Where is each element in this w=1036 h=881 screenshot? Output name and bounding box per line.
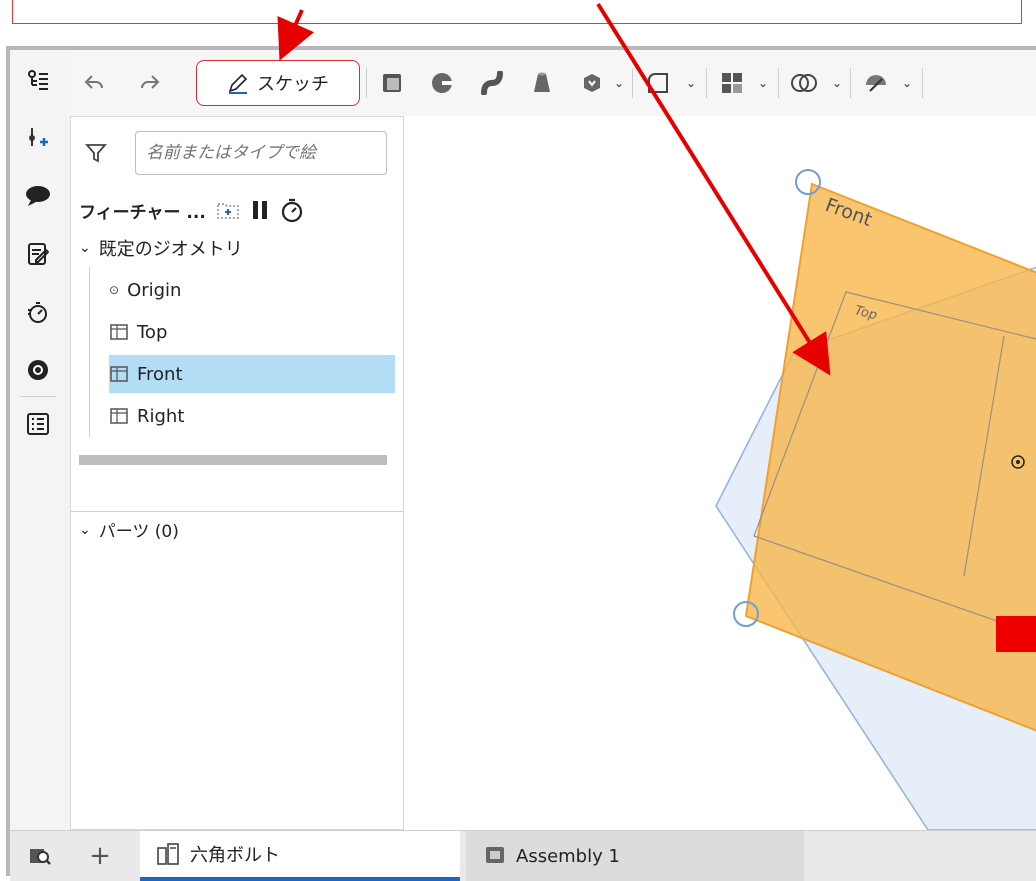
feature-panel: フィーチャー ... ⌄ 既定のジオメトリ ⊙ Origin Top Front… bbox=[70, 116, 404, 830]
annotation-marker bbox=[996, 616, 1036, 652]
tree-item-front[interactable]: Front bbox=[109, 355, 395, 393]
tab-label: 六角ボルト bbox=[190, 845, 280, 866]
feature-list-title: フィーチャー ... bbox=[79, 202, 206, 223]
chevron-down-icon[interactable]: ⌄ bbox=[826, 66, 846, 100]
annotation-callout-box bbox=[12, 0, 1022, 24]
fillet-icon[interactable] bbox=[640, 66, 676, 100]
feature-search-input[interactable] bbox=[135, 131, 387, 175]
appearance-icon[interactable] bbox=[20, 352, 56, 388]
timer-icon[interactable] bbox=[20, 294, 56, 330]
extrude-icon[interactable] bbox=[374, 66, 410, 100]
front-plane[interactable] bbox=[744, 182, 1036, 732]
chevron-down-icon[interactable]: ⌄ bbox=[896, 66, 916, 100]
plane-icon bbox=[110, 408, 128, 424]
add-folder-icon[interactable] bbox=[216, 200, 240, 220]
feature-list-header: フィーチャー ... bbox=[79, 195, 399, 225]
search-tabs-icon[interactable] bbox=[20, 831, 60, 881]
default-geometry-group[interactable]: ⌄ 既定のジオメトリ bbox=[79, 229, 395, 267]
rollback-bar[interactable] bbox=[79, 455, 387, 465]
sketch-button-label: スケッチ bbox=[257, 74, 329, 95]
pause-icon[interactable] bbox=[250, 199, 270, 221]
onshape-part-studio: スケッチ ⌄ ⌄ ⌄ ⌄ ⌄ 名前またはタイプで絵 フィーチャー ... ⌄ 既… bbox=[6, 46, 1036, 881]
sweep-icon[interactable] bbox=[474, 66, 510, 100]
plane-corner-handle[interactable] bbox=[795, 169, 821, 195]
document-tab-bar: + 六角ボルト Assembly 1 bbox=[10, 830, 1036, 881]
chevron-down-icon[interactable]: ⌄ bbox=[680, 66, 700, 100]
stopwatch-icon[interactable] bbox=[280, 197, 304, 223]
toolbar: スケッチ ⌄ ⌄ ⌄ ⌄ ⌄ bbox=[70, 50, 1036, 116]
origin-dot-icon: ⊙ bbox=[109, 283, 120, 297]
tree-item-label: Right bbox=[137, 405, 185, 427]
part-studio-icon bbox=[157, 843, 179, 865]
tree-item-top[interactable]: Top bbox=[109, 313, 425, 351]
tree-item-label: Origin bbox=[127, 279, 182, 301]
left-rail bbox=[10, 50, 71, 830]
tab-part-studio[interactable]: 六角ボルト bbox=[140, 831, 460, 881]
pencil-icon bbox=[228, 73, 248, 94]
undo-icon[interactable] bbox=[76, 66, 112, 100]
filter-icon[interactable] bbox=[85, 143, 107, 167]
tab-assembly[interactable]: Assembly 1 bbox=[466, 831, 804, 881]
default-geometry-label: 既定のジオメトリ bbox=[98, 239, 243, 260]
sketch-button[interactable]: スケッチ bbox=[196, 60, 360, 106]
thicken-icon[interactable] bbox=[574, 66, 610, 100]
chevron-down-icon[interactable]: ⌄ bbox=[608, 66, 628, 100]
plane-icon bbox=[110, 324, 128, 340]
tree-item-label: Front bbox=[137, 363, 183, 385]
tree-item-origin[interactable]: ⊙ Origin bbox=[109, 271, 425, 309]
insert-feature-icon[interactable] bbox=[20, 120, 56, 156]
pattern-icon[interactable] bbox=[714, 66, 750, 100]
revolve-icon[interactable] bbox=[424, 66, 460, 100]
plane-icon bbox=[110, 366, 128, 382]
notes-icon[interactable] bbox=[20, 236, 56, 272]
add-tab-icon[interactable]: + bbox=[80, 831, 120, 881]
redo-icon[interactable] bbox=[132, 66, 168, 100]
graphics-viewport[interactable]: Front Top bbox=[404, 116, 1036, 831]
tab-label: Assembly 1 bbox=[516, 845, 620, 867]
boolean-icon[interactable] bbox=[786, 66, 822, 100]
comment-icon[interactable] bbox=[20, 178, 56, 214]
tree-item-label: Top bbox=[137, 321, 168, 343]
feature-list-icon[interactable] bbox=[20, 62, 56, 98]
chevron-down-icon[interactable]: ⌄ bbox=[79, 240, 91, 256]
split-icon[interactable] bbox=[858, 66, 894, 100]
parts-group[interactable]: ⌄ パーツ (0) bbox=[79, 517, 179, 543]
parts-label: パーツ (0) bbox=[98, 522, 179, 542]
chevron-down-icon[interactable]: ⌄ bbox=[752, 66, 772, 100]
chevron-down-icon[interactable]: ⌄ bbox=[79, 522, 91, 538]
assembly-icon bbox=[486, 847, 504, 863]
tree-item-right[interactable]: Right bbox=[109, 397, 425, 435]
checklist-icon[interactable] bbox=[20, 406, 56, 442]
viewport-canvas[interactable]: Front Top bbox=[404, 116, 1036, 831]
loft-icon[interactable] bbox=[524, 66, 560, 100]
